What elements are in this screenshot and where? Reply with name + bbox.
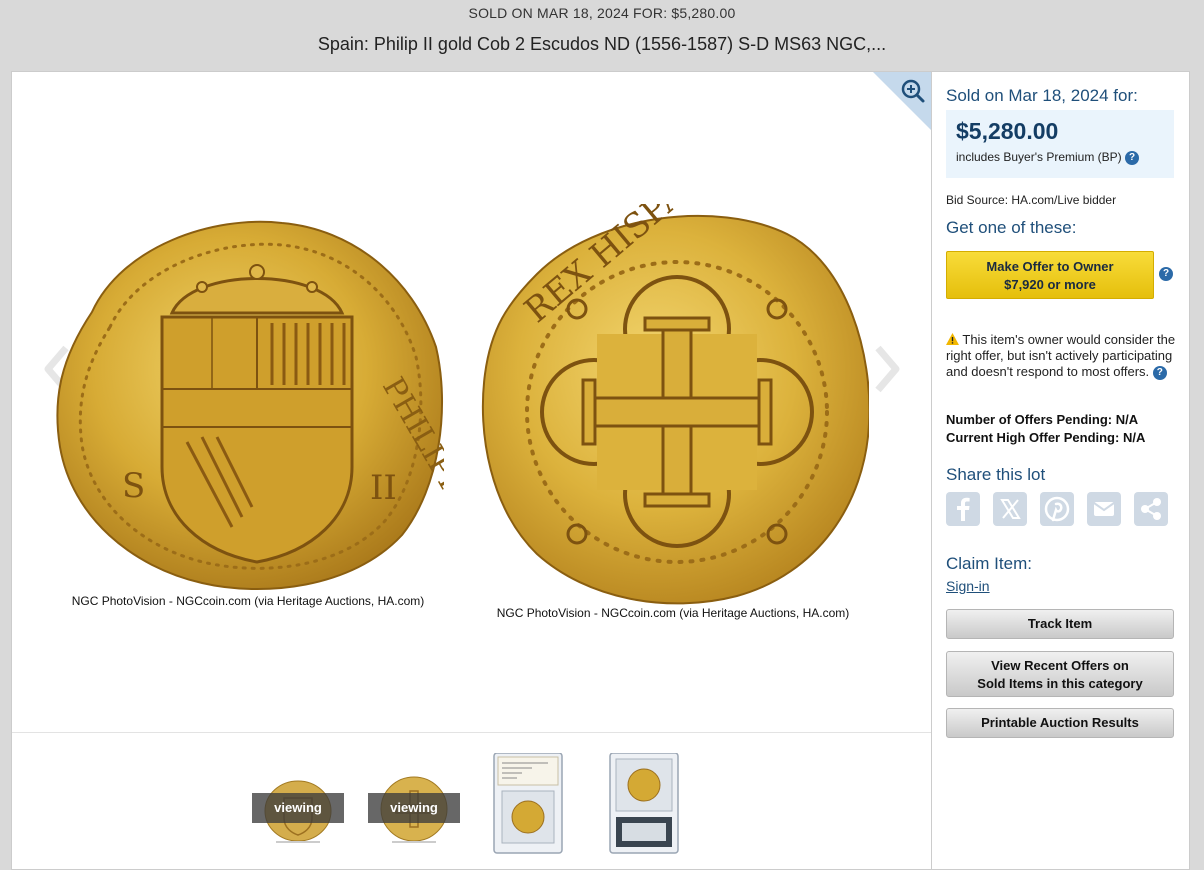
help-icon[interactable]: ? <box>1125 150 1140 165</box>
pinterest-icon[interactable] <box>1040 492 1074 526</box>
coin-obverse-image[interactable]: S II PHILIPPVS <box>52 217 492 593</box>
image-caption-reverse: NGC PhotoVision - NGCcoin.com (via Herit… <box>496 606 850 620</box>
claim-item-heading: Claim Item: <box>946 554 1032 573</box>
top-banner: SOLD ON MAR 18, 2024 FOR: $5,280.00 Spai… <box>0 0 1204 72</box>
buyers-premium-note: includes Buyer's Premium (BP) ? <box>956 150 1140 165</box>
track-item-button[interactable]: Track Item <box>946 609 1174 639</box>
bp-text: includes Buyer's Premium (BP) <box>956 150 1122 164</box>
offers-pending-count: Number of Offers Pending: N/A <box>946 412 1139 427</box>
share-icon[interactable] <box>1134 492 1168 526</box>
slab-thumbnail-icon <box>493 752 563 854</box>
zoom-button[interactable] <box>873 72 931 130</box>
recent-offers-line1: View Recent Offers on <box>991 658 1129 673</box>
owner-notice: This item's owner would consider the rig… <box>946 332 1176 380</box>
offers-pending-info: Number of Offers Pending: N/A Current Hi… <box>946 411 1145 447</box>
thumbnail-strip: viewing viewing <box>12 732 931 869</box>
thumbnail-obverse[interactable]: viewing <box>252 753 344 857</box>
next-image-arrow[interactable] <box>872 344 902 394</box>
chevron-right-icon <box>875 345 900 393</box>
svg-text:S: S <box>122 466 145 506</box>
offer-button-label: Make Offer to Owner <box>986 259 1114 274</box>
image-caption-obverse: NGC PhotoVision - NGCcoin.com (via Herit… <box>71 594 425 608</box>
warning-icon <box>946 333 959 345</box>
sign-in-link[interactable]: Sign-in <box>946 578 990 594</box>
svg-text:II: II <box>370 468 397 508</box>
make-offer-button[interactable]: Make Offer to Owner $7,920 or more <box>946 251 1154 299</box>
page-title: Spain: Philip II gold Cob 2 Escudos ND (… <box>317 34 887 54</box>
high-offer-pending: Current High Offer Pending: N/A <box>946 430 1146 445</box>
viewing-label: viewing <box>368 793 460 823</box>
x-icon[interactable] <box>993 492 1027 526</box>
viewing-label: viewing <box>252 793 344 823</box>
recent-offers-line2: Sold Items in this category <box>977 676 1143 691</box>
view-recent-offers-button[interactable]: View Recent Offers on Sold Items in this… <box>946 651 1174 697</box>
thumbnail-slab-front[interactable] <box>492 752 564 857</box>
get-one-heading: Get one of these: <box>946 218 1077 237</box>
facebook-icon[interactable] <box>946 492 980 526</box>
printable-results-button[interactable]: Printable Auction Results <box>946 708 1174 738</box>
notice-text: This item's owner would consider the rig… <box>946 332 1176 379</box>
slab-thumbnail-icon <box>609 752 679 854</box>
email-icon[interactable] <box>1087 492 1121 526</box>
sale-info-sidebar: Sold on Mar 18, 2024 for: $5,280.00 incl… <box>932 71 1190 870</box>
sold-summary: SOLD ON MAR 18, 2024 FOR: $5,280.00 <box>468 5 736 21</box>
image-viewer: S II PHILIPPVS NGC PhotoVision - NGCcoin… <box>11 71 932 870</box>
thumbnail-slab-back[interactable] <box>608 752 680 857</box>
sold-price: $5,280.00 <box>956 118 1059 144</box>
sold-on-heading: Sold on Mar 18, 2024 for: <box>946 86 1138 105</box>
share-heading: Share this lot <box>946 465 1046 484</box>
price-box: $5,280.00 includes Buyer's Premium (BP) … <box>946 110 1174 178</box>
help-icon[interactable]: ? <box>1152 365 1167 380</box>
offer-button-amount: $7,920 or more <box>1004 277 1096 292</box>
coin-reverse-image[interactable]: REX HISPANIARVM <box>477 77 871 608</box>
thumbnail-reverse[interactable]: viewing <box>368 753 460 857</box>
bid-source: Bid Source: HA.com/Live bidder <box>946 193 1117 207</box>
help-icon[interactable]: ? <box>1159 267 1173 281</box>
